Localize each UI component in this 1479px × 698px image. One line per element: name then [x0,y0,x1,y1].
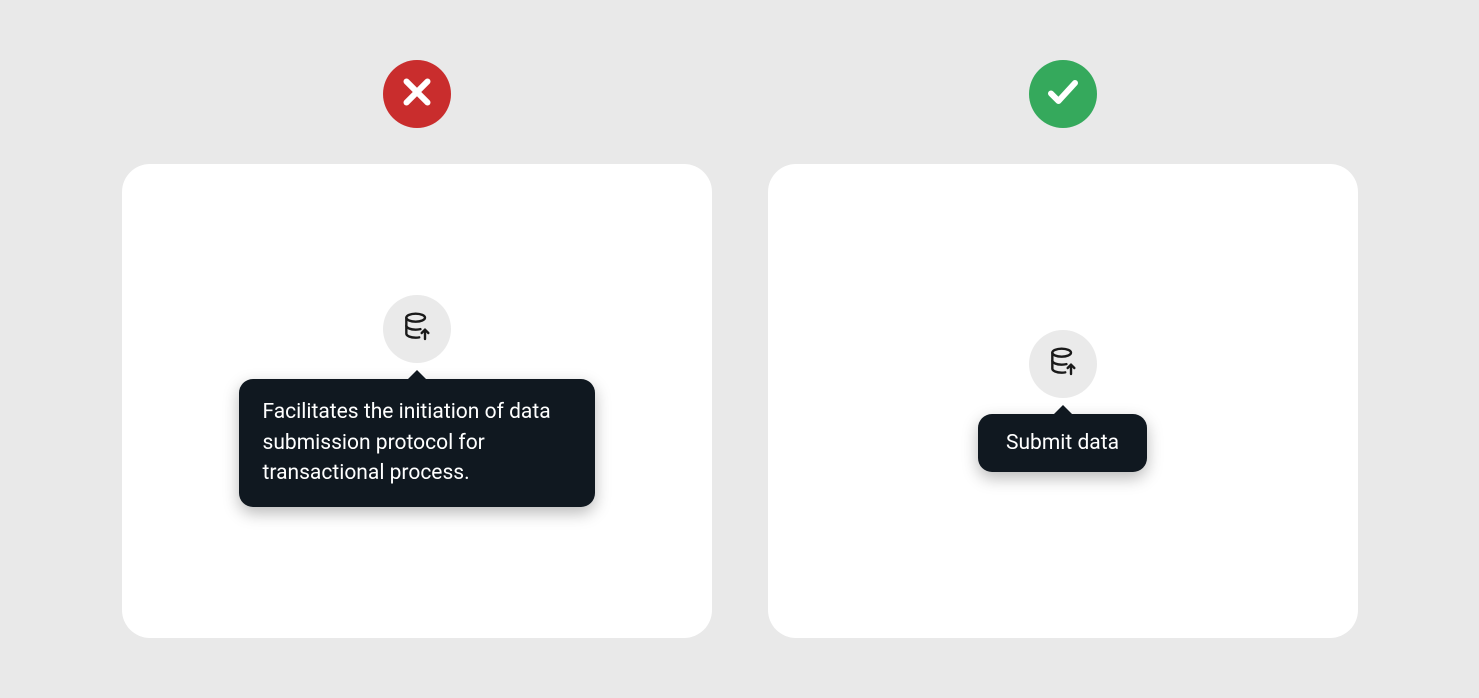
cross-badge [383,60,451,128]
good-example: Submit data [768,60,1358,638]
database-upload-icon [401,311,433,347]
database-upload-icon [1047,346,1079,382]
tooltip-text: Submit data [1006,431,1119,455]
check-badge [1029,60,1097,128]
upload-database-button[interactable] [383,295,451,363]
good-example-card: Submit data [768,164,1358,638]
bad-example: Facilitates the initiation of data submi… [122,60,712,638]
tooltip-text: Facilitates the initiation of data submi… [263,400,551,485]
tooltip-bad: Facilitates the initiation of data submi… [239,379,595,506]
cross-icon [399,74,435,114]
check-icon [1045,74,1081,114]
bad-example-card: Facilitates the initiation of data submi… [122,164,712,638]
upload-database-button[interactable] [1029,330,1097,398]
tooltip-good: Submit data [978,414,1147,472]
